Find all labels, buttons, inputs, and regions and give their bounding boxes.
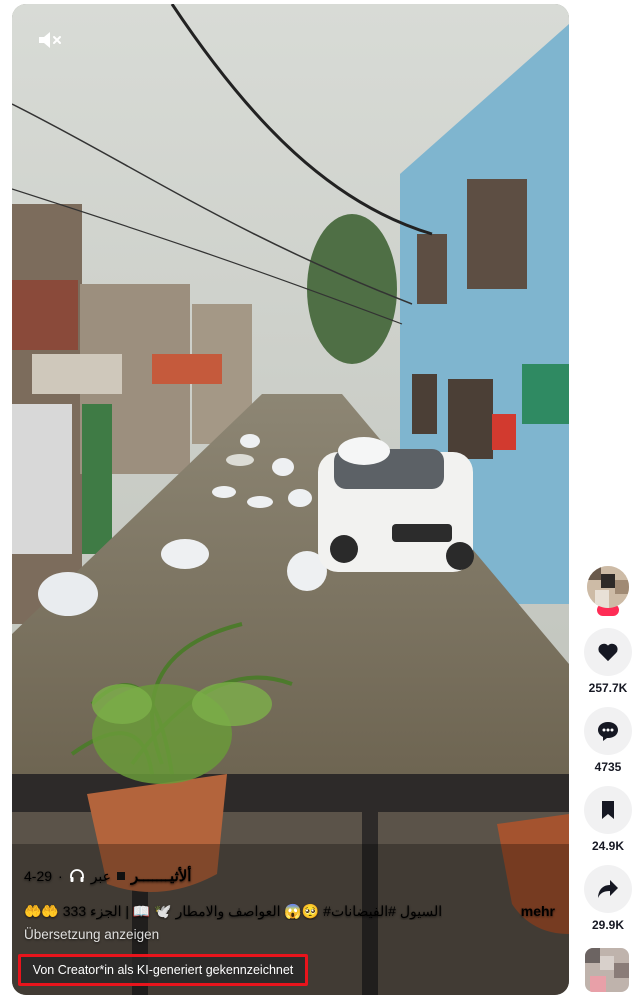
comment-button[interactable] [584,707,632,755]
headphones-icon [69,869,84,882]
video-player[interactable]: ألأثيـــــــر عبر · 4-29 السيول #الفيضان… [12,4,569,995]
comment-count: 4735 [594,760,622,774]
video-meta-row: ألأثيـــــــر عبر · 4-29 [24,862,555,890]
more-button[interactable]: mehr [521,903,555,919]
share-arrow-icon [598,880,618,898]
show-translation-link[interactable]: Übersetzung anzeigen [24,927,159,942]
like-button[interactable] [584,628,632,676]
heart-icon [598,643,618,662]
caption-row: السيول #الفيضانات# 🥺😱 العواصف والامطار 🕊… [24,898,555,924]
ai-generated-label: Von Creator*in als KI-generiert gekennze… [18,954,308,986]
save-count: 24.9K [591,839,625,853]
video-caption: السيول #الفيضانات# 🥺😱 العواصف والامطار 🕊… [24,902,443,919]
sound-disc-image [585,948,629,992]
share-button[interactable] [584,865,632,913]
author-name[interactable]: ألأثيـــــــر [131,867,191,885]
mute-toggle-button[interactable] [30,22,70,58]
via-label: عبر [90,867,112,884]
creator-avatar[interactable] [587,566,629,608]
action-rail: 257.7K 4735 24.9K 29.9K [580,560,636,932]
video-frame [12,4,569,995]
speaker-muted-icon [39,32,61,48]
separator-dot: · [58,868,63,884]
bookmark-icon [602,801,614,819]
post-date: 4-29 [24,868,53,884]
share-count: 29.9K [591,918,625,932]
sound-disc-thumbnail[interactable] [585,948,629,992]
save-button[interactable] [584,786,632,834]
like-count: 257.7K [588,681,628,695]
comment-icon [598,722,618,741]
avatar-image [587,566,629,608]
stop-icon [117,872,126,880]
